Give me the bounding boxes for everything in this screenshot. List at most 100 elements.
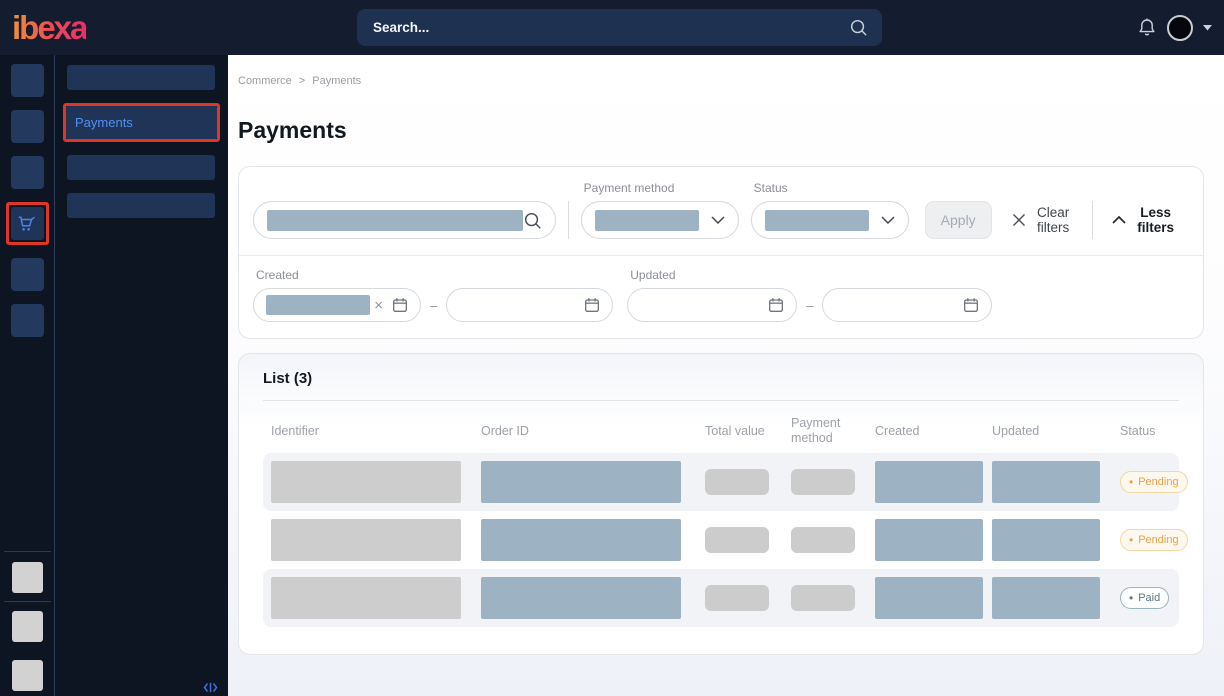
payment-method-select[interactable] xyxy=(581,201,739,239)
redacted-payment-method xyxy=(791,469,855,495)
status-dot-icon xyxy=(1129,591,1133,605)
calendar-icon[interactable] xyxy=(768,297,784,313)
redacted-search-value xyxy=(267,210,523,231)
redacted-order-id xyxy=(481,461,681,503)
redacted-total-value xyxy=(705,585,769,611)
cart-icon xyxy=(17,214,37,233)
column-status: Status xyxy=(1110,424,1179,439)
redacted-select-value xyxy=(595,210,699,231)
nav-item-placeholder[interactable] xyxy=(11,258,44,291)
updated-from-date-input[interactable] xyxy=(627,288,797,322)
redacted-identifier xyxy=(271,577,461,619)
sidebar-item-placeholder[interactable] xyxy=(67,65,215,90)
status-dot-icon xyxy=(1129,533,1133,547)
filters-panel: Payment method Status xyxy=(238,166,1204,339)
apply-button[interactable]: Apply xyxy=(925,201,992,239)
global-search[interactable] xyxy=(357,9,882,46)
created-from-date-input[interactable]: × xyxy=(253,288,421,322)
bottom-item-placeholder[interactable] xyxy=(12,562,43,593)
bell-icon[interactable] xyxy=(1137,17,1157,39)
icon-sidebar xyxy=(0,55,55,696)
breadcrumb: Commerce > Payments xyxy=(238,55,1224,87)
clear-filters-button[interactable]: Clear filters xyxy=(1006,201,1078,239)
redacted-updated xyxy=(992,519,1100,561)
redacted-order-id xyxy=(481,577,681,619)
sidebar-item-payments[interactable]: Payments xyxy=(63,103,220,142)
caret-down-icon[interactable] xyxy=(1203,25,1212,31)
redacted-payment-method xyxy=(791,527,855,553)
redacted-created xyxy=(875,577,983,619)
table-row[interactable]: Pending xyxy=(263,511,1179,569)
nav-item-placeholder[interactable] xyxy=(11,110,44,143)
status-badge: Pending xyxy=(1120,471,1188,493)
divider xyxy=(263,400,1179,401)
chevron-down-icon xyxy=(881,216,895,224)
divider xyxy=(1092,201,1093,239)
status-dot-icon xyxy=(1129,475,1133,489)
redacted-total-value xyxy=(705,469,769,495)
table-header: Identifier Order ID Total value Payment … xyxy=(263,409,1179,453)
ibexa-logo[interactable]: ibexa xyxy=(12,9,86,47)
column-payment-method: Payment method xyxy=(791,416,875,446)
redacted-total-value xyxy=(705,527,769,553)
main-content: Commerce > Payments Payments Payment xyxy=(228,55,1224,696)
search-icon xyxy=(849,18,868,37)
avatar[interactable] xyxy=(1167,15,1193,41)
close-icon xyxy=(1012,213,1026,227)
less-filters-button[interactable]: Less filters xyxy=(1106,201,1181,239)
chevron-down-icon xyxy=(711,216,725,224)
column-created: Created xyxy=(875,424,992,439)
status-label: Pending xyxy=(1138,476,1178,488)
nav-item-placeholder[interactable] xyxy=(11,64,44,97)
nav-item-placeholder[interactable] xyxy=(11,304,44,337)
topbar: ibexa xyxy=(0,0,1224,55)
page-title: Payments xyxy=(238,117,1224,144)
sidebar-item-placeholder[interactable] xyxy=(67,193,215,218)
rail-bottom-group xyxy=(0,551,54,696)
divider xyxy=(4,551,51,552)
redacted-created xyxy=(875,519,983,561)
redacted-payment-method xyxy=(791,585,855,611)
column-updated: Updated xyxy=(992,424,1110,439)
clear-filters-label: Clear filters xyxy=(1035,205,1072,235)
breadcrumb-commerce[interactable]: Commerce xyxy=(238,75,292,87)
clear-date-icon[interactable]: × xyxy=(374,298,383,313)
table-row[interactable]: Pending xyxy=(263,453,1179,511)
redacted-updated xyxy=(992,577,1100,619)
nav-item-placeholder[interactable] xyxy=(11,156,44,189)
created-to-date-input[interactable] xyxy=(446,288,613,322)
less-filters-label: Less filters xyxy=(1136,205,1175,235)
sidebar-item-label: Payments xyxy=(75,115,133,130)
calendar-icon[interactable] xyxy=(584,297,600,313)
status-badge: Paid xyxy=(1120,587,1169,609)
sidebar-item-payments-inner: Payments xyxy=(66,106,217,139)
calendar-icon[interactable] xyxy=(392,297,408,313)
calendar-icon[interactable] xyxy=(963,297,979,313)
nav-item-commerce-active[interactable] xyxy=(6,202,49,245)
panel-resize-icon[interactable] xyxy=(203,682,218,693)
created-label: Created xyxy=(256,268,613,282)
search-icon xyxy=(523,211,542,230)
filters-row-primary: Payment method Status xyxy=(239,167,1203,255)
status-badge: Pending xyxy=(1120,529,1188,551)
redacted-order-id xyxy=(481,519,681,561)
column-identifier: Identifier xyxy=(271,424,481,439)
bottom-item-placeholder[interactable] xyxy=(12,660,43,691)
divider xyxy=(568,201,569,239)
global-search-input[interactable] xyxy=(371,19,849,36)
date-range-separator: – xyxy=(806,288,813,322)
payment-method-label: Payment method xyxy=(584,181,739,195)
divider xyxy=(4,601,51,602)
filters-row-dates: Created × – xyxy=(239,256,1203,338)
sidebar-item-placeholder[interactable] xyxy=(67,155,215,180)
table-row[interactable]: Paid xyxy=(263,569,1179,627)
filter-search-input[interactable] xyxy=(253,201,556,239)
status-label: Status xyxy=(754,181,909,195)
breadcrumb-payments: Payments xyxy=(312,75,361,87)
column-order-id: Order ID xyxy=(481,424,705,439)
updated-to-date-input[interactable] xyxy=(822,288,992,322)
redacted-created xyxy=(875,461,983,503)
chevron-up-icon xyxy=(1112,216,1126,224)
bottom-item-placeholder[interactable] xyxy=(12,611,43,642)
status-select[interactable] xyxy=(751,201,909,239)
